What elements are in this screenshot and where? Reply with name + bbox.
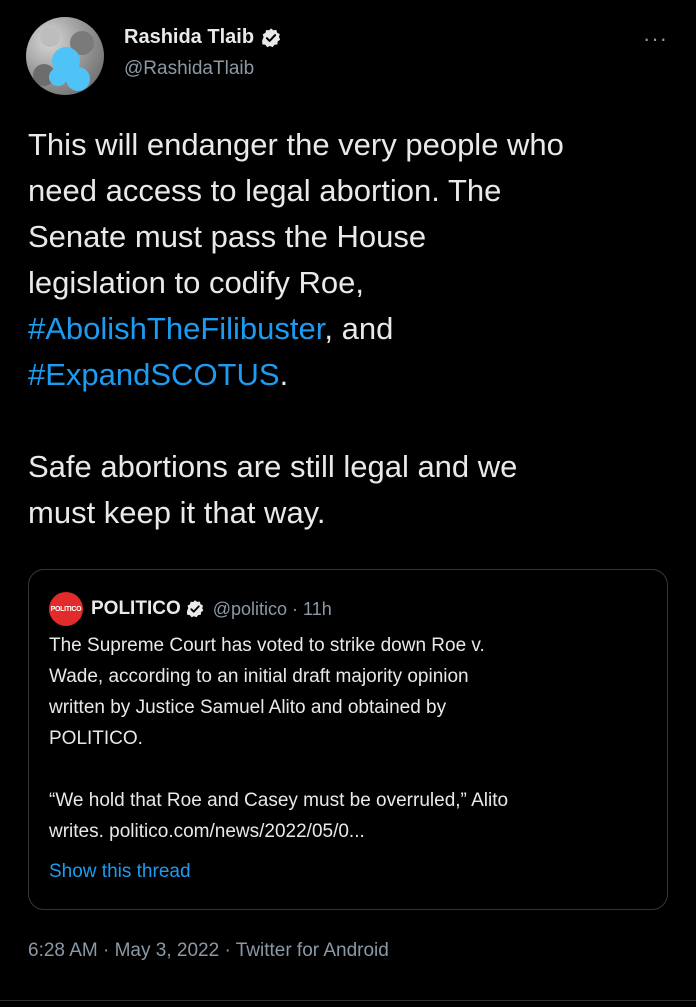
author-name[interactable]: Rashida Tlaib	[124, 26, 254, 49]
tweet-line: legislation to codify Roe,	[28, 265, 365, 300]
verified-badge-icon	[186, 600, 204, 618]
verified-badge-icon	[262, 27, 281, 47]
hashtag-expand-scotus[interactable]: #ExpandSCOTUS	[28, 357, 280, 392]
tweet-text-fragment: , and	[324, 311, 394, 346]
tweet-line: #AbolishTheFilibuster, and	[28, 306, 678, 352]
tweet-metadata[interactable]: 6:28 AM · May 3, 2022 · Twitter for Andr…	[28, 940, 389, 962]
tweet-line: Safe abortions are still legal and we	[28, 449, 518, 484]
quote-header: POLITICO POLITICO @politico · 11h	[49, 592, 332, 626]
hashtag-abolish-filibuster[interactable]: #AbolishTheFilibuster	[28, 311, 324, 346]
quote-author-handle[interactable]: @politico	[213, 599, 287, 620]
tweet-line: #ExpandSCOTUS.	[28, 352, 678, 398]
quote-line: “We hold that Roe and Casey must be over…	[49, 790, 509, 811]
avatar[interactable]	[26, 17, 104, 95]
tweet-text-fragment: .	[279, 357, 289, 392]
quote-line: written by Justice Samuel Alito and obta…	[49, 697, 447, 718]
tweet-text: This will endanger the very people who n…	[28, 122, 678, 536]
politico-logo: POLITICO	[49, 592, 83, 626]
quote-author-name[interactable]: POLITICO	[91, 598, 181, 620]
quote-timestamp[interactable]: 11h	[303, 599, 332, 620]
quote-line: The Supreme Court has voted to strike do…	[49, 635, 485, 656]
avatar-image	[33, 27, 94, 91]
quote-line: POLITICO.	[49, 728, 143, 749]
tweet-line: Senate must pass the House	[28, 219, 427, 254]
quote-line: Wade, according to an initial draft majo…	[49, 666, 469, 687]
author-name-row[interactable]: Rashida Tlaib	[124, 26, 282, 49]
meta-separator: ·	[292, 598, 299, 619]
quote-text: The Supreme Court has voted to strike do…	[49, 630, 649, 847]
author-handle[interactable]: @RashidaTlaib	[124, 58, 254, 80]
tweet-line: This will endanger the very people who	[28, 127, 564, 162]
tweet-line: must keep it that way.	[28, 495, 326, 530]
tweet-line: need access to legal abortion. The	[28, 173, 502, 208]
divider	[0, 1000, 696, 1001]
show-thread-link[interactable]: Show this thread	[49, 861, 191, 883]
more-options-icon[interactable]: ···	[643, 26, 668, 52]
quote-line: writes. politico.com/news/2022/05/0...	[49, 821, 365, 842]
quote-tweet-card[interactable]: POLITICO POLITICO @politico · 11h The Su…	[28, 569, 668, 910]
